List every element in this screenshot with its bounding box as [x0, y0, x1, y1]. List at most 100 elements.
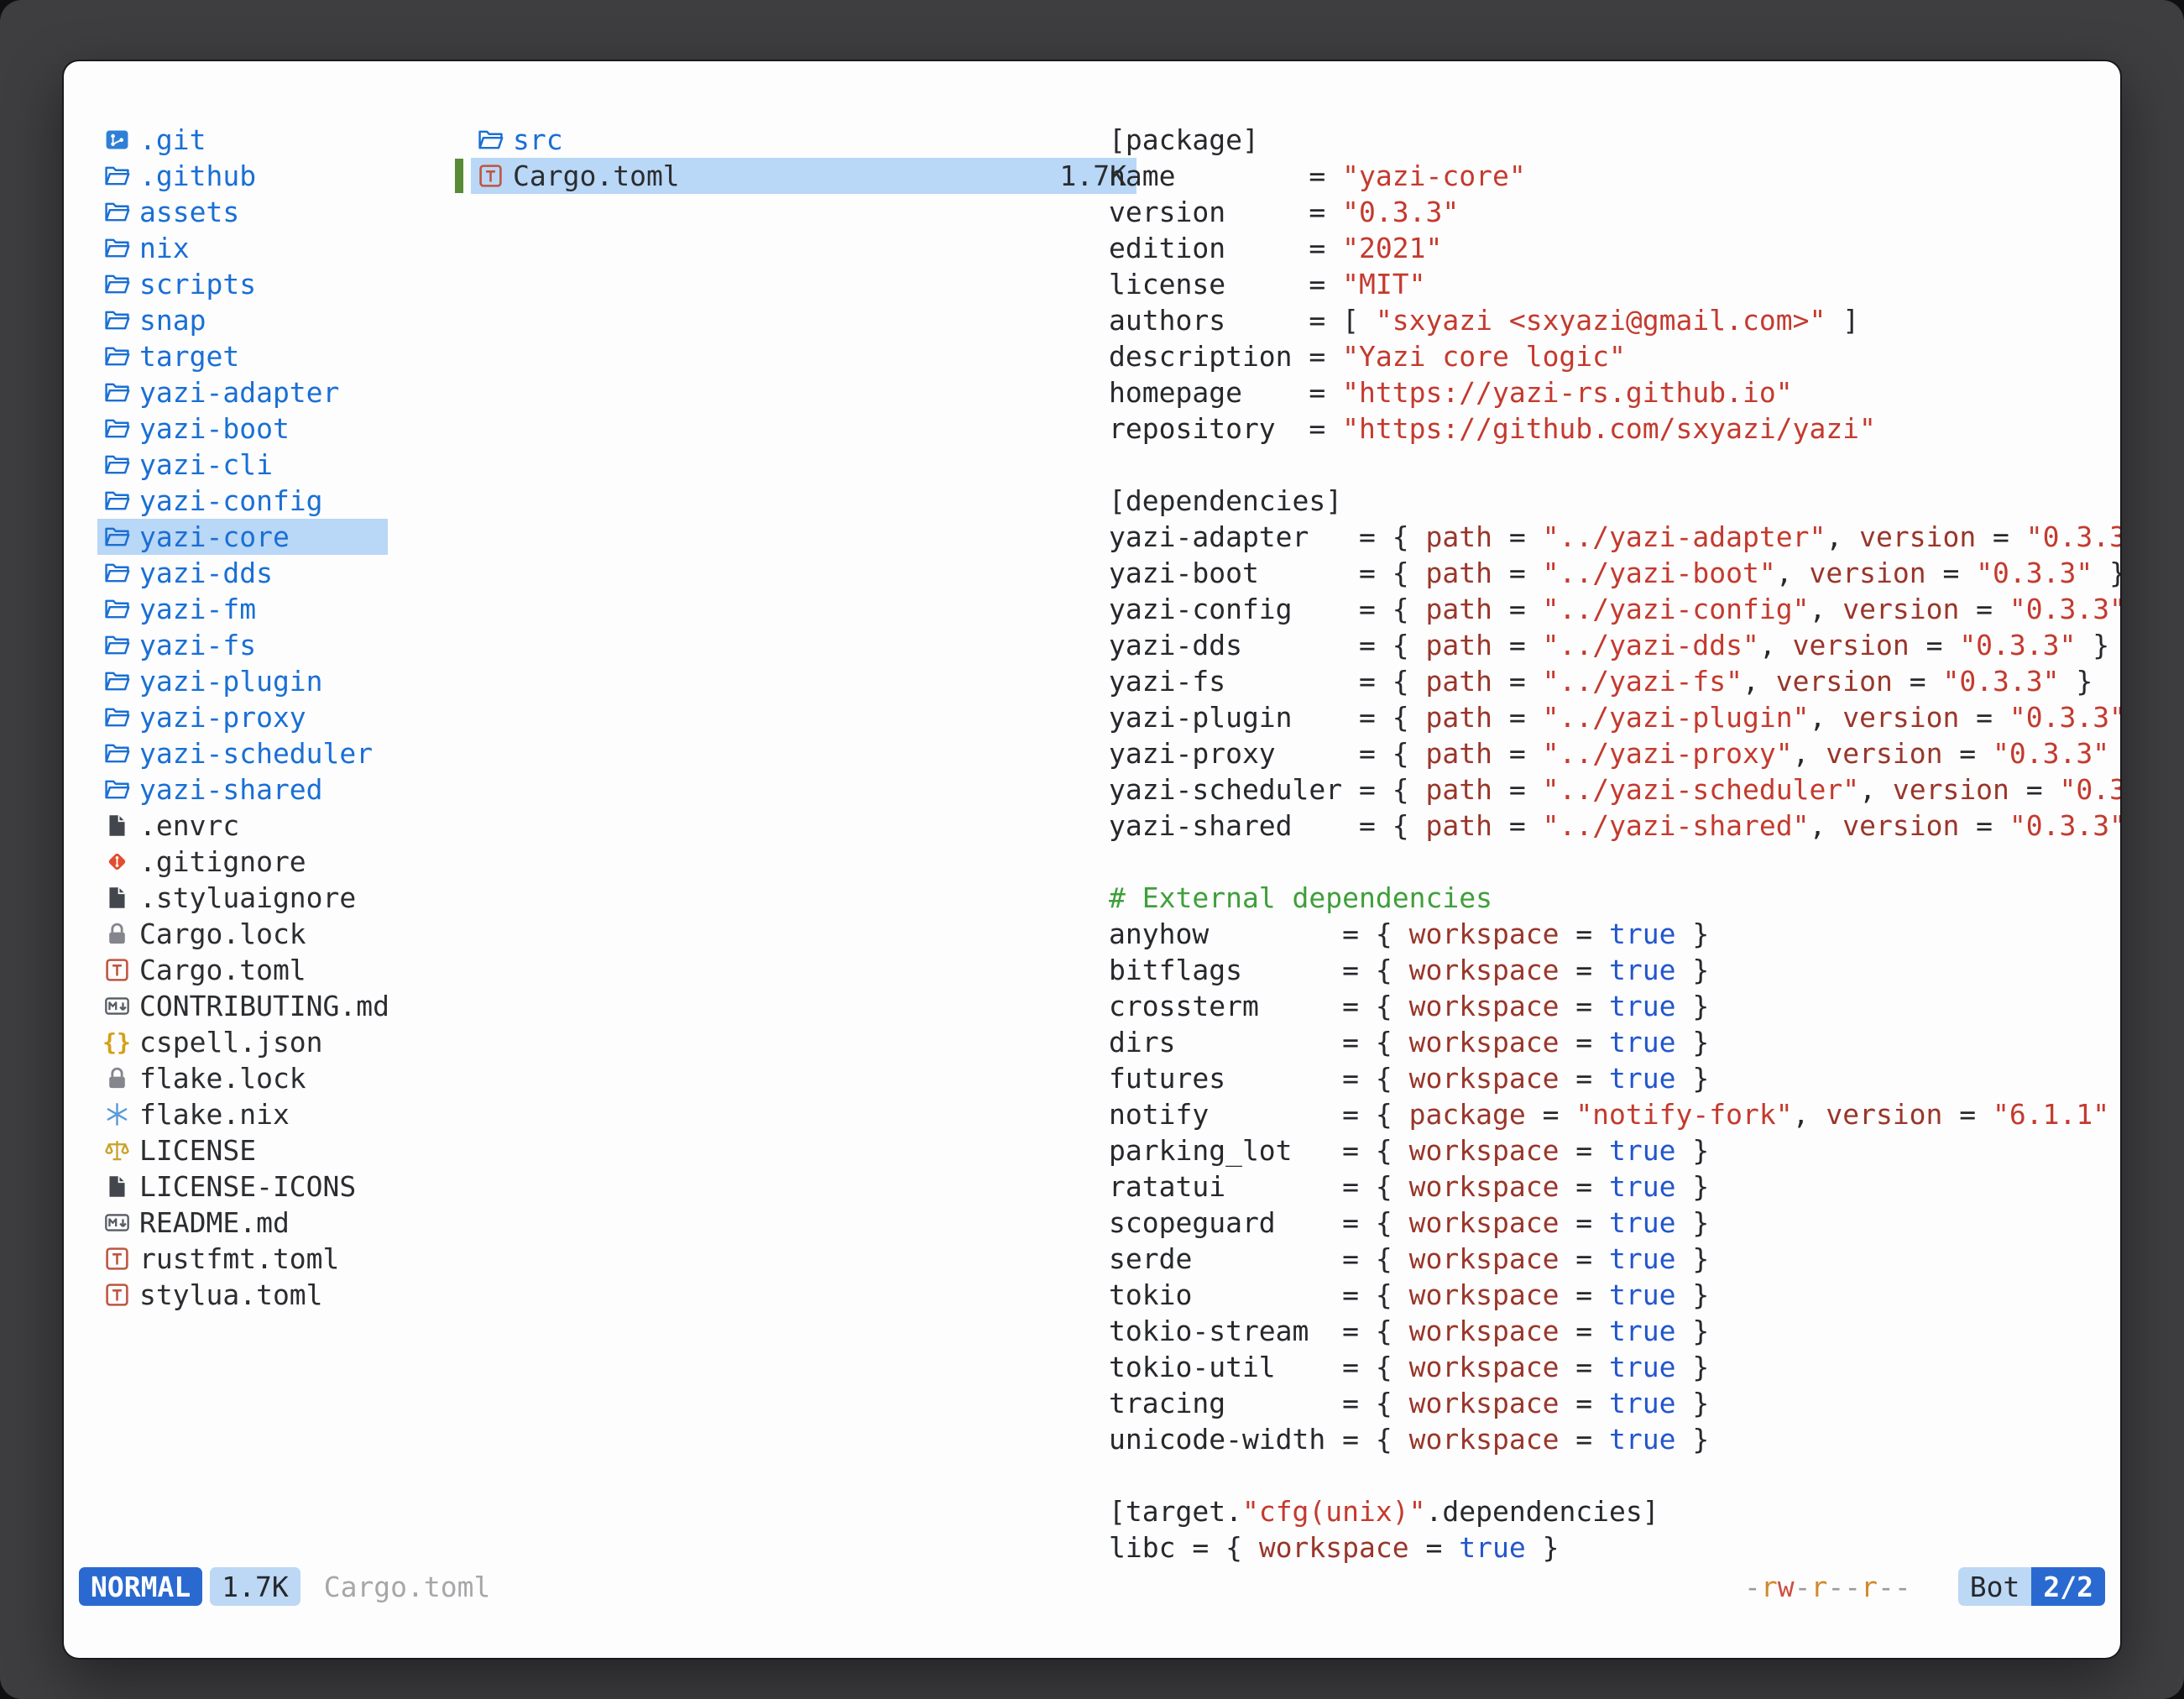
- file-preview-pane[interactable]: [package]name = "yazi-core"version = "0.…: [1109, 122, 2120, 1566]
- file-name: .envrc: [139, 809, 239, 842]
- file-name: LICENSE-ICONS: [139, 1170, 356, 1203]
- file-name: snap: [139, 304, 206, 337]
- file-name: src: [513, 123, 563, 156]
- preview-line: [1109, 447, 2120, 483]
- preview-line: anyhow = { workspace = true }: [1109, 916, 2120, 952]
- preview-line: [dependencies]: [1109, 483, 2120, 519]
- file-row[interactable]: Cargo.lock: [97, 916, 388, 952]
- file-row[interactable]: .envrc: [97, 808, 388, 844]
- file-row[interactable]: .styluaignore: [97, 880, 388, 916]
- file-row[interactable]: yazi-fs: [97, 627, 388, 663]
- file-name: yazi-boot: [139, 412, 290, 445]
- file-row[interactable]: assets: [97, 194, 388, 230]
- file-row[interactable]: .git: [97, 122, 388, 158]
- file-name: yazi-fm: [139, 593, 256, 625]
- preview-line: unicode-width = { workspace = true }: [1109, 1421, 2120, 1457]
- folder-icon: [101, 307, 133, 333]
- file-row[interactable]: Cargo.toml1.7K: [471, 158, 1136, 194]
- file-name: flake.nix: [139, 1098, 290, 1131]
- preview-line: crossterm = { workspace = true }: [1109, 988, 2120, 1024]
- file-row[interactable]: yazi-shared: [97, 771, 388, 808]
- file-row[interactable]: yazi-config: [97, 483, 388, 519]
- file-name: flake.lock: [139, 1062, 306, 1095]
- file-row[interactable]: yazi-plugin: [97, 663, 388, 699]
- preview-line: futures = { workspace = true }: [1109, 1060, 2120, 1096]
- preview-line: scopeguard = { workspace = true }: [1109, 1205, 2120, 1241]
- file-row[interactable]: flake.nix: [97, 1096, 388, 1132]
- file-name: yazi-config: [139, 484, 323, 517]
- file-row[interactable]: LICENSE-ICONS: [97, 1168, 388, 1205]
- preview-line: yazi-shared = { path = "../yazi-shared",…: [1109, 808, 2120, 844]
- git-icon: [101, 127, 133, 153]
- lock-icon: [101, 1065, 133, 1091]
- preview-line: tracing = { workspace = true }: [1109, 1385, 2120, 1421]
- file-name: LICENSE: [139, 1134, 256, 1167]
- file-row[interactable]: yazi-cli: [97, 447, 388, 483]
- file-name: cspell.json: [139, 1026, 323, 1059]
- file-row[interactable]: scripts: [97, 266, 388, 302]
- preview-line: license = "MIT": [1109, 266, 2120, 302]
- preview-line: yazi-scheduler = { path = "../yazi-sched…: [1109, 771, 2120, 808]
- preview-line: authors = [ "sxyazi <sxyazi@gmail.com>" …: [1109, 302, 2120, 338]
- preview-line: tokio-stream = { workspace = true }: [1109, 1313, 2120, 1349]
- file-row[interactable]: yazi-adapter: [97, 374, 388, 410]
- desktop-background: .git.githubassetsnixscriptssnaptargetyaz…: [0, 0, 2184, 1699]
- file-row[interactable]: yazi-scheduler: [97, 735, 388, 771]
- folder-icon: [101, 668, 133, 694]
- mode-indicator-badge: NORMAL: [79, 1567, 202, 1606]
- parent-directory-pane: .git.githubassetsnixscriptssnaptargetyaz…: [97, 122, 388, 1313]
- preview-line: [1109, 844, 2120, 880]
- file-row[interactable]: snap: [97, 302, 388, 338]
- markdown-icon: [101, 1210, 133, 1236]
- folder-icon: [101, 343, 133, 369]
- file-name: README.md: [139, 1206, 290, 1239]
- gitignore-icon: [101, 849, 133, 875]
- cursor-counter-badge: 2/2: [2031, 1567, 2105, 1606]
- preview-line: libc = { workspace = true }: [1109, 1529, 2120, 1566]
- file-row[interactable]: src: [471, 122, 1136, 158]
- file-row[interactable]: Cargo.toml: [97, 952, 388, 988]
- preview-line: notify = { package = "notify-fork", vers…: [1109, 1096, 2120, 1132]
- scroll-position-badge: Bot: [1958, 1567, 2032, 1606]
- status-filename: Cargo.toml: [324, 1571, 491, 1603]
- file-icon: [101, 885, 133, 911]
- folder-icon: [101, 416, 133, 442]
- file-name: Cargo.toml: [139, 954, 306, 986]
- file-name: yazi-adapter: [139, 376, 339, 409]
- file-row[interactable]: flake.lock: [97, 1060, 388, 1096]
- folder-icon: [101, 199, 133, 225]
- preview-line: dirs = { workspace = true }: [1109, 1024, 2120, 1060]
- file-row[interactable]: target: [97, 338, 388, 374]
- preview-line: edition = "2021": [1109, 230, 2120, 266]
- file-row[interactable]: yazi-fm: [97, 591, 388, 627]
- file-row[interactable]: {}cspell.json: [97, 1024, 388, 1060]
- file-row[interactable]: yazi-dds: [97, 555, 388, 591]
- file-row[interactable]: README.md: [97, 1205, 388, 1241]
- file-row[interactable]: yazi-core: [97, 519, 388, 555]
- file-row[interactable]: LICENSE: [97, 1132, 388, 1168]
- preview-line: yazi-config = { path = "../yazi-config",…: [1109, 591, 2120, 627]
- file-row[interactable]: .github: [97, 158, 388, 194]
- file-row[interactable]: CONTRIBUTING.md: [97, 988, 388, 1024]
- file-name: yazi-plugin: [139, 665, 323, 698]
- file-row[interactable]: .gitignore: [97, 844, 388, 880]
- file-row[interactable]: yazi-boot: [97, 410, 388, 447]
- file-row[interactable]: stylua.toml: [97, 1277, 388, 1313]
- preview-line: yazi-proxy = { path = "../yazi-proxy", v…: [1109, 735, 2120, 771]
- folder-icon: [101, 524, 133, 550]
- folder-icon: [101, 452, 133, 478]
- status-bar: NORMAL 1.7K Cargo.toml -rw-r--r-- Bot 2/…: [79, 1567, 2105, 1606]
- file-name: Cargo.toml: [513, 159, 680, 192]
- file-name: .gitignore: [139, 845, 306, 878]
- toml-icon: [474, 163, 506, 189]
- license-scales-icon: [101, 1137, 133, 1163]
- folder-icon: [101, 163, 133, 189]
- file-name: .styluaignore: [139, 881, 356, 914]
- folder-icon: [101, 379, 133, 405]
- preview-line: homepage = "https://yazi-rs.github.io": [1109, 374, 2120, 410]
- file-row[interactable]: yazi-proxy: [97, 699, 388, 735]
- file-name: .github: [139, 159, 256, 192]
- file-row[interactable]: rustfmt.toml: [97, 1241, 388, 1277]
- file-row[interactable]: nix: [97, 230, 388, 266]
- preview-line: yazi-fs = { path = "../yazi-fs", version…: [1109, 663, 2120, 699]
